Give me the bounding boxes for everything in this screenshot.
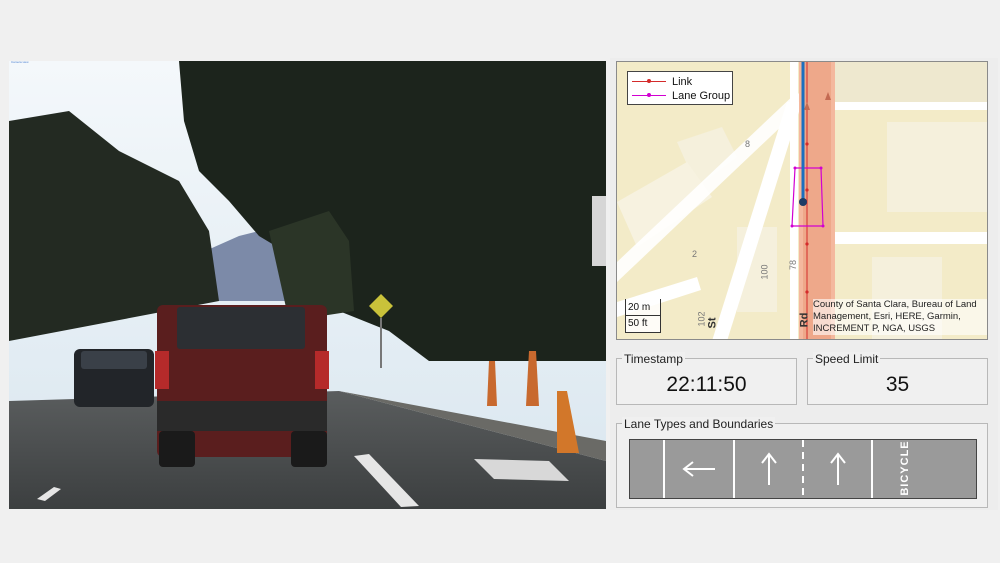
street-label: Rd <box>798 312 811 328</box>
map-scale-bar: 20 m 50 ft <box>625 299 661 333</box>
map-view[interactable]: Link Lane Group 20 m 50 ft County of San… <box>616 61 988 340</box>
legend-item-link: Link <box>632 75 692 89</box>
lane-diagram: BICYCLE <box>629 439 977 499</box>
legend-label: Lane Group <box>672 90 731 102</box>
legend-item-lane-group: Lane Group <box>632 89 730 103</box>
timestamp-panel: Timestamp 22:11:50 <box>616 352 797 405</box>
legend-label: Link <box>672 76 693 88</box>
timestamp-title: Timestamp <box>622 352 685 366</box>
lane-types-title: Lane Types and Boundaries <box>622 417 776 431</box>
speed-limit-panel: Speed Limit 35 <box>807 352 988 405</box>
street-label: St <box>706 317 719 329</box>
lane-types-panel: Lane Types and Boundaries BICYCLE <box>616 417 988 508</box>
address-label: 2 <box>692 249 698 259</box>
address-label: 100 <box>759 264 770 280</box>
address-label: 8 <box>745 139 751 149</box>
up-arrow-icon <box>735 440 802 498</box>
scale-feet: 50 ft <box>628 318 648 329</box>
map-attribution: County of Santa Clara, Bureau of Land Ma… <box>813 299 987 335</box>
speed-limit-title: Speed Limit <box>813 352 881 366</box>
address-label: 78 <box>788 259 799 271</box>
bicycle-lane-label: BICYCLE <box>899 440 911 496</box>
scale-meters: 20 m <box>628 302 651 313</box>
camera-caption: Camera view <box>11 60 29 64</box>
left-arrow-icon <box>665 440 733 498</box>
map-legend: Link Lane Group <box>627 71 733 105</box>
timestamp-value: 22:11:50 <box>666 373 747 396</box>
camera-scene <box>9 61 606 509</box>
address-label: 102 <box>696 311 707 327</box>
up-arrow-icon <box>804 440 871 498</box>
lane-boundary-solid <box>871 440 873 498</box>
speed-limit-value: 35 <box>885 373 910 396</box>
camera-view <box>9 61 606 509</box>
link-swatch-icon <box>632 77 666 87</box>
lane-group-swatch-icon <box>632 91 666 101</box>
